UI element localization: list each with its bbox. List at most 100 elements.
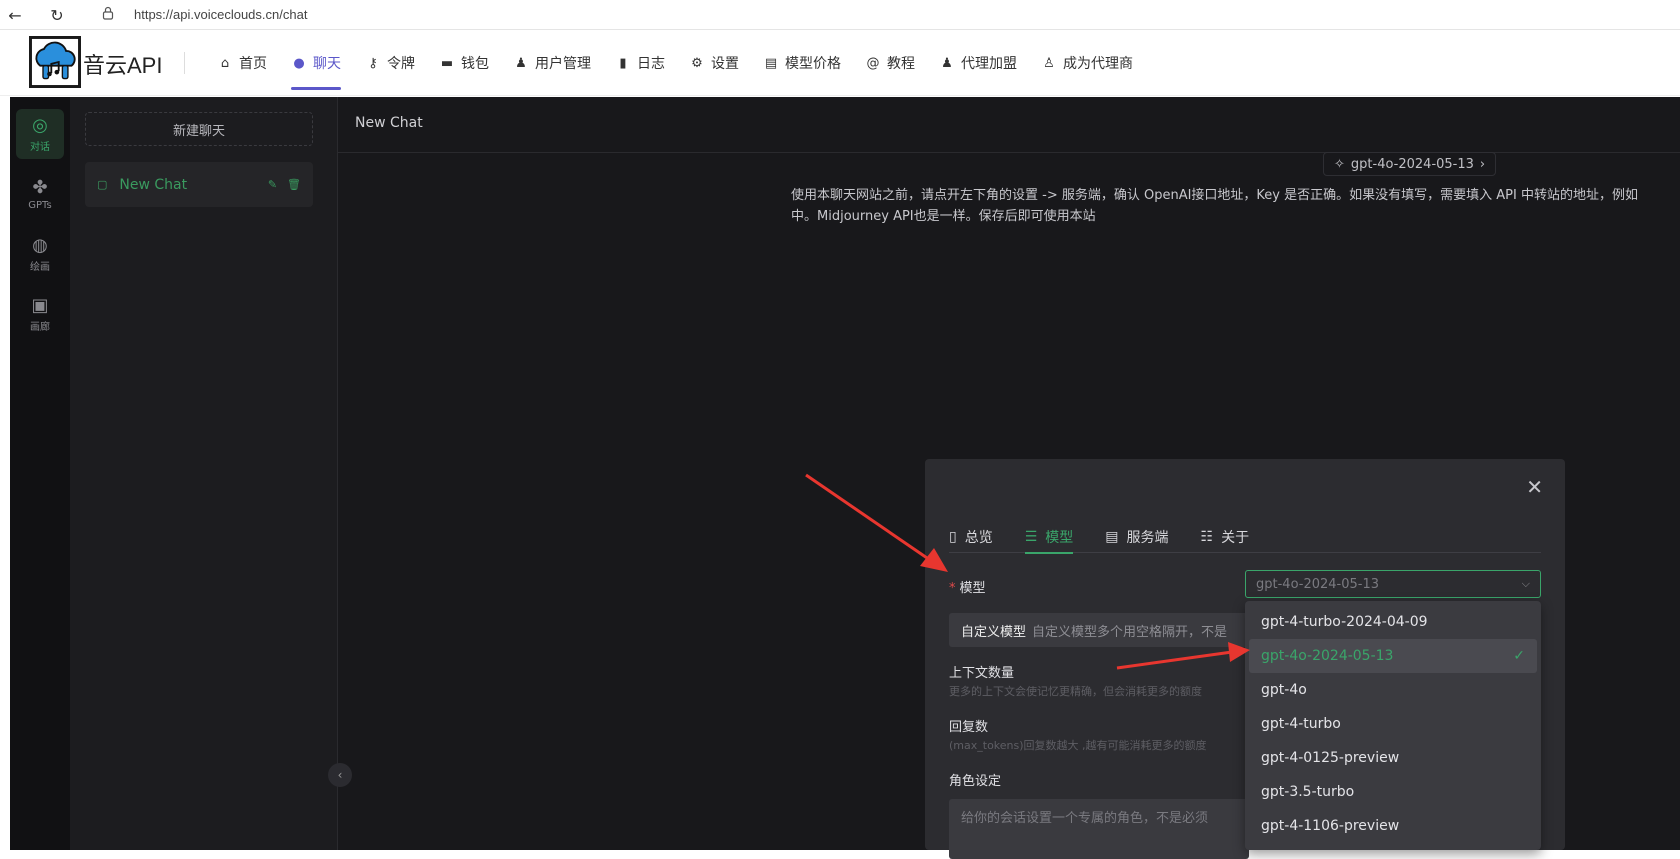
context-count-label: 上下文数量 — [949, 666, 1015, 681]
role-label: 角色设定 — [949, 774, 1002, 789]
nav-item-tokens[interactable]: ⚷ 令牌 — [353, 30, 427, 96]
model-select[interactable]: gpt-4o-2024-05-13 ⌵ — [1245, 570, 1541, 598]
nav-item-label: 成为代理商 — [1063, 56, 1133, 72]
model-chip-label: gpt-4o-2024-05-13 — [1350, 156, 1474, 172]
nav-item-wallet[interactable]: ▬ 钱包 — [427, 30, 501, 96]
nav-item-label: 模型价格 — [785, 56, 841, 72]
custom-model-input[interactable]: 自定义模型 自定义模型多个用空格隔开，不是 — [949, 613, 1249, 647]
tab-label: 关于 — [1221, 530, 1250, 546]
reply-count-hint: (max_tokens)回复数越大 ,越有可能消耗更多的额度 — [949, 739, 1207, 752]
model-option-selected[interactable]: gpt-4o-2024-05-13 ✓ — [1249, 639, 1537, 673]
custom-model-label: 自定义模型 — [961, 624, 1027, 640]
nav-item-label: 用户管理 — [535, 56, 591, 72]
nav-item-agent-join[interactable]: ♟ 代理加盟 — [927, 30, 1029, 96]
left-rail: ◎ 对话 ✤ GPTs ◍ 绘画 ▣ 画廊 — [10, 97, 70, 850]
sparkle-icon: ✧ — [1334, 156, 1345, 172]
custom-model-placeholder: 自定义模型多个用空格隔开，不是 — [1032, 624, 1228, 640]
role-textarea[interactable]: 给你的会话设置一个专属的角色，不是必须 — [949, 799, 1249, 859]
new-chat-button[interactable]: 新建聊天 — [85, 112, 313, 146]
chat-bubble-icon: ▢ — [97, 178, 108, 191]
nav-item-label: 首页 — [239, 56, 267, 72]
required-mark: * — [949, 581, 956, 596]
chart-icon: ▮ — [619, 55, 627, 71]
tab-model[interactable]: ☰ 模型 — [1024, 521, 1073, 554]
usage-notice: 使用本聊天网站之前，请点开左下角的设置 -> 服务端，确认 OpenAI接口地址… — [791, 185, 1680, 227]
model-option[interactable]: gpt-4-turbo-2024-04-09 — [1249, 605, 1537, 639]
nav-item-tutorial[interactable]: @ 教程 — [853, 30, 927, 96]
server-icon: ▤ — [1105, 529, 1119, 545]
chevron-right-icon: › — [1479, 156, 1486, 172]
user-plus-icon: ♙ — [1043, 55, 1055, 71]
back-arrow-icon[interactable]: ← — [0, 0, 30, 30]
model-label-text: 模型 — [959, 581, 986, 596]
chat-icon: ● — [293, 55, 305, 71]
model-option[interactable]: gpt-4o — [1249, 673, 1537, 707]
nav-item-settings[interactable]: ⚙ 设置 — [677, 30, 751, 96]
nav-item-pricing[interactable]: ▤ 模型价格 — [751, 30, 853, 96]
rail-item-label: 对话 — [30, 141, 50, 153]
nav-item-chat[interactable]: ● 聊天 — [279, 30, 353, 96]
chat-actions: ✎ 🗑 — [268, 178, 301, 191]
tab-server[interactable]: ▤ 服务端 — [1105, 521, 1168, 553]
nav-item-become-agent[interactable]: ♙ 成为代理商 — [1029, 30, 1145, 96]
nav-item-label: 钱包 — [461, 56, 489, 72]
edit-icon[interactable]: ✎ — [268, 178, 277, 191]
nav-item-label: 教程 — [887, 56, 915, 72]
chat-list-item[interactable]: ▢ New Chat ✎ 🗑 — [85, 162, 313, 207]
model-option[interactable]: gpt-4-0125-preview — [1249, 741, 1537, 775]
model-dropdown: gpt-4-turbo-2024-04-09 gpt-4o-2024-05-13… — [1245, 601, 1541, 850]
tab-about[interactable]: ☷ 关于 — [1201, 521, 1250, 553]
tab-overview[interactable]: ▯ 总览 — [949, 521, 993, 553]
home-icon: ⌂ — [220, 55, 230, 71]
nav-item-home[interactable]: ⌂ 首页 — [205, 30, 279, 96]
close-icon[interactable]: ✕ — [1526, 475, 1543, 499]
option-label: gpt-4-1106-preview — [1261, 818, 1400, 834]
rail-item-chat[interactable]: ◎ 对话 — [16, 109, 64, 159]
rail-item-label: 画廊 — [30, 321, 50, 333]
tab-label: 总览 — [964, 530, 993, 546]
at-icon: @ — [866, 55, 880, 71]
tab-label: 服务端 — [1126, 530, 1169, 546]
chat-sidebar: 新建聊天 ▢ New Chat ✎ 🗑 — [70, 97, 338, 850]
option-label: gpt-4o — [1261, 682, 1307, 698]
image-icon: ▣ — [31, 294, 49, 316]
model-option[interactable]: gpt-3.5-turbo — [1249, 775, 1537, 809]
model-option[interactable]: gpt-4-1106-preview — [1249, 809, 1537, 843]
notice-line-2: 中。Midjourney API也是一样。保存后即可使用本站 — [791, 209, 1096, 224]
users-icon: ♟ — [941, 55, 953, 71]
rail-item-gallery[interactable]: ▣ 画廊 — [16, 289, 64, 339]
lock-icon — [102, 6, 114, 20]
brand-name[interactable]: 音云API — [83, 48, 162, 80]
collapse-sidebar-button[interactable]: ‹ — [328, 763, 352, 787]
option-label: gpt-4o-2024-05-13 — [1261, 648, 1394, 664]
sliders-icon: ☰ — [1024, 529, 1038, 545]
settings-tabs: ▯ 总览 ☰ 模型 ▤ 服务端 ☷ 关于 — [949, 521, 1541, 554]
delete-icon[interactable]: 🗑 — [287, 178, 301, 191]
chat-header: New Chat — [338, 97, 1680, 153]
list-icon: ☷ — [1200, 529, 1214, 545]
rail-item-label: 绘画 — [30, 261, 50, 273]
option-label: gpt-4-turbo — [1261, 716, 1341, 732]
nav-divider — [184, 52, 185, 74]
model-chip[interactable]: ✧ gpt-4o-2024-05-13 › — [1323, 152, 1497, 176]
nav-item-logs[interactable]: ▮ 日志 — [603, 30, 677, 96]
reload-icon[interactable]: ↻ — [42, 0, 72, 30]
context-count-hint: 更多的上下文会使记忆更精确，但会消耗更多的额度 — [949, 685, 1202, 698]
gear-icon: ⚙ — [691, 55, 703, 71]
model-option[interactable]: gpt-4-turbo — [1249, 707, 1537, 741]
grid-icon: ✤ — [32, 176, 48, 198]
chat-title: New Chat — [119, 176, 188, 193]
address-bar[interactable]: https://api.voiceclouds.cn/chat — [134, 7, 307, 22]
chat-bubbles-icon: ◎ — [32, 114, 48, 136]
rail-item-gpts[interactable]: ✤ GPTs — [16, 169, 64, 219]
nav-item-label: 日志 — [637, 56, 665, 72]
model-select-value: gpt-4o-2024-05-13 — [1256, 576, 1379, 592]
nav-item-label: 令牌 — [387, 56, 415, 72]
check-icon: ✓ — [1513, 648, 1525, 664]
nav-item-users[interactable]: ♟ 用户管理 — [501, 30, 603, 96]
price-icon: ▤ — [764, 55, 778, 71]
option-label: gpt-3.5-turbo — [1261, 784, 1355, 800]
browser-toolbar: ← ↻ https://api.voiceclouds.cn/chat — [0, 0, 1680, 30]
rail-item-draw[interactable]: ◍ 绘画 — [16, 229, 64, 279]
doc-icon: ▯ — [949, 529, 957, 545]
